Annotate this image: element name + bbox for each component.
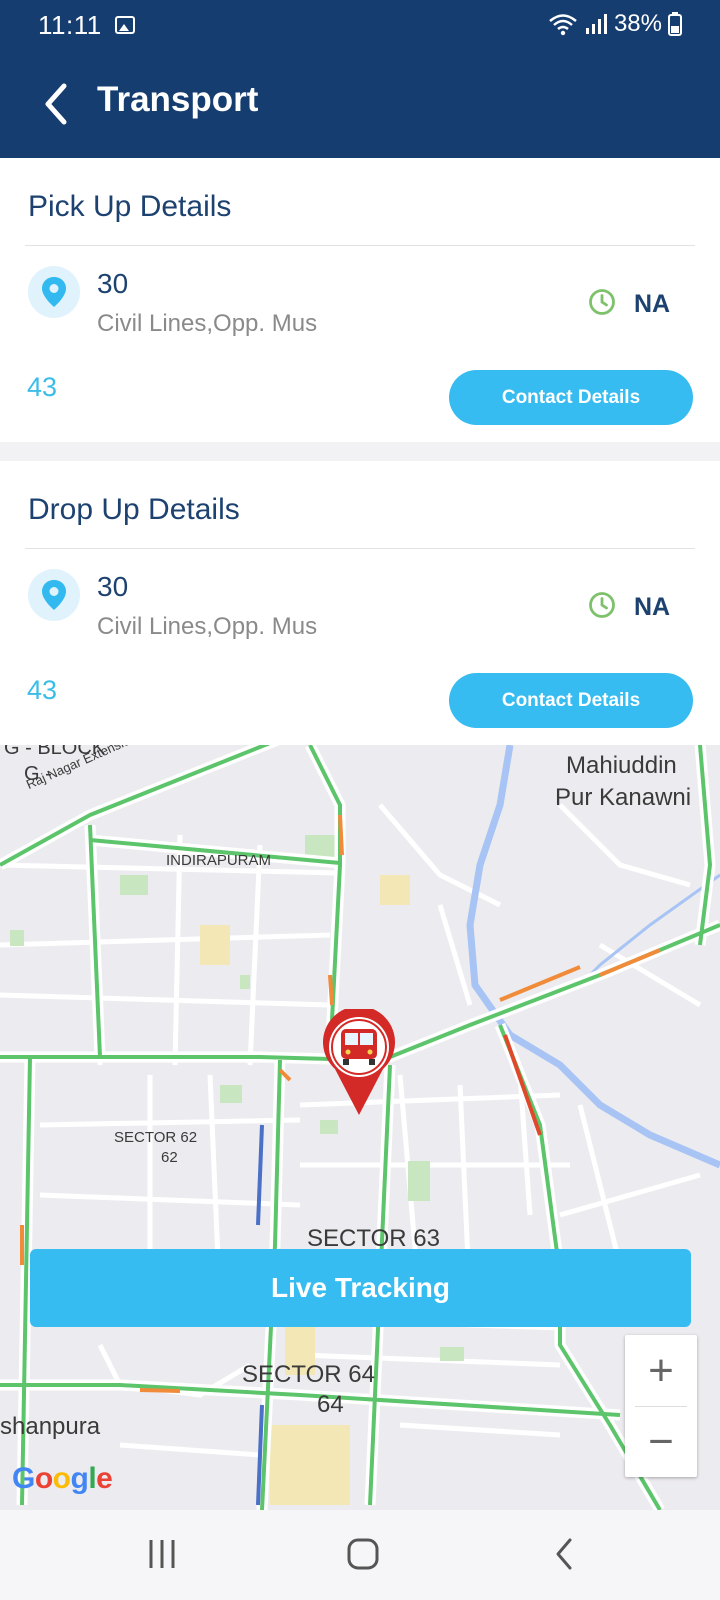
page-title: Transport bbox=[97, 80, 259, 119]
recent-apps-icon[interactable] bbox=[146, 1536, 178, 1572]
map-label-sector-62-num: 62 bbox=[161, 1149, 178, 1166]
pickup-count: 43 bbox=[27, 372, 58, 402]
pickup-heading: Pick Up Details bbox=[28, 190, 232, 223]
pickup-contact-details-button[interactable]: Contact Details bbox=[449, 370, 693, 425]
clock-icon bbox=[589, 289, 615, 315]
pickup-card: Pick Up Details 30 Civil Lines,Opp. Mus … bbox=[0, 158, 720, 442]
map-label-sector-64: SECTOR 64 bbox=[242, 1361, 375, 1388]
drop-contact-details-button[interactable]: Contact Details bbox=[449, 673, 693, 728]
bus-marker-icon[interactable] bbox=[321, 1009, 397, 1117]
battery-percent: 38% bbox=[613, 10, 662, 37]
map-label-sector-64-num: 64 bbox=[317, 1391, 344, 1418]
clock-icon bbox=[589, 592, 615, 618]
drop-count: 43 bbox=[27, 675, 58, 705]
signal-icon bbox=[585, 14, 607, 34]
location-pin-icon bbox=[28, 266, 80, 318]
status-time: 11:11 bbox=[38, 10, 102, 40]
pickup-stop-number: 30 bbox=[97, 268, 129, 299]
zoom-controls: + − bbox=[625, 1335, 697, 1477]
location-pin-icon bbox=[28, 569, 80, 621]
nav-back-icon[interactable] bbox=[552, 1536, 576, 1572]
zoom-out-button[interactable]: − bbox=[625, 1406, 697, 1477]
zoom-in-button[interactable]: + bbox=[625, 1335, 697, 1406]
pickup-address: Civil Lines,Opp. Mus bbox=[97, 310, 318, 337]
map-label-indirapuram: INDIRAPURAM bbox=[166, 852, 272, 869]
drop-heading: Drop Up Details bbox=[28, 493, 240, 526]
map-roads bbox=[0, 745, 720, 1510]
status-bar: 11:11 38% bbox=[0, 0, 720, 50]
home-icon[interactable] bbox=[345, 1536, 381, 1572]
drop-card: Drop Up Details 30 Civil Lines,Opp. Mus … bbox=[0, 461, 720, 745]
live-tracking-button[interactable]: Live Tracking bbox=[30, 1249, 691, 1327]
drop-time: NA bbox=[634, 593, 671, 621]
divider bbox=[25, 548, 695, 549]
transport-screen: 11:11 38% Transport Pick Up Details 30 C… bbox=[0, 0, 720, 1600]
wifi-icon bbox=[549, 14, 577, 36]
map-label-shanpura: shanpura bbox=[0, 1413, 101, 1440]
drop-stop-number: 30 bbox=[97, 571, 129, 602]
app-header: Transport bbox=[0, 50, 720, 158]
google-logo: Google bbox=[12, 1462, 113, 1495]
map-label-sector-62: SECTOR 62 bbox=[114, 1129, 198, 1146]
back-arrow-icon[interactable] bbox=[38, 80, 78, 128]
gallery-icon bbox=[115, 16, 135, 34]
map-label-pur-kanawni: Pur Kanawni bbox=[555, 784, 692, 811]
system-nav-bar bbox=[0, 1510, 720, 1600]
battery-icon bbox=[668, 12, 682, 36]
map-label-mahiuddin: Mahiuddin bbox=[566, 752, 677, 779]
zoom-divider bbox=[635, 1406, 687, 1407]
status-right: 38% bbox=[548, 10, 682, 38]
map-view[interactable]: G - BLOCK G - Raj Nagar Extension Elevat… bbox=[0, 745, 720, 1510]
drop-address: Civil Lines,Opp. Mus bbox=[97, 613, 318, 640]
pickup-time: NA bbox=[634, 290, 671, 318]
divider bbox=[25, 245, 695, 246]
